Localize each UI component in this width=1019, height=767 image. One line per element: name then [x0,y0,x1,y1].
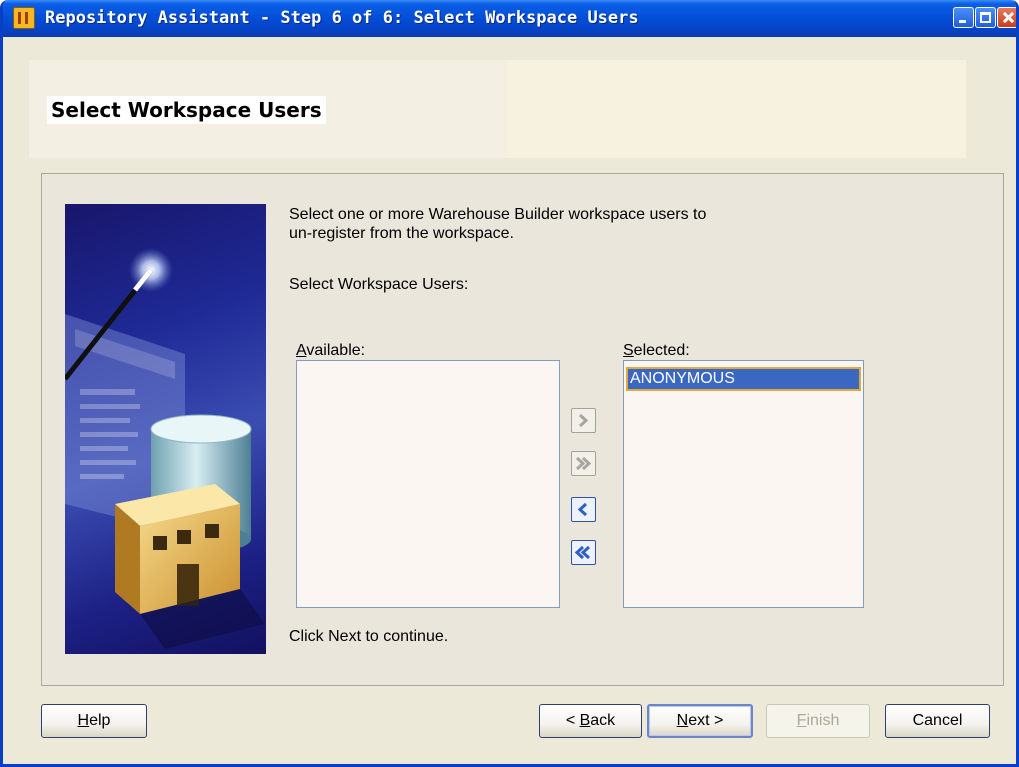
selected-users-list[interactable]: ANONYMOUS [623,360,864,608]
next-button[interactable]: Next > [647,704,753,738]
help-button[interactable]: Help [41,704,147,738]
instructions-line-2: un-register from the workspace. [289,225,514,242]
list-item[interactable]: ANONYMOUS [626,367,861,391]
cancel-button[interactable]: Cancel [885,704,990,738]
finish-button[interactable]: Finish [766,704,870,738]
available-users-list[interactable] [296,360,560,608]
chevron-left-icon [577,502,588,517]
instructions-text: Select one or more Warehouse Builder wor… [289,205,849,243]
move-right-button[interactable] [571,408,596,433]
page-title: Select Workspace Users [47,96,326,124]
back-button[interactable]: < Back [539,704,642,738]
double-chevron-right-icon [575,456,592,471]
select-users-label: Select Workspace Users: [289,276,469,293]
move-all-right-button[interactable] [571,451,596,476]
selected-label: Selected: [623,342,690,359]
app-icon [13,7,35,29]
minimize-icon[interactable] [953,7,974,28]
move-all-left-button[interactable] [571,540,596,565]
wizard-illustration [65,204,266,654]
title-bar[interactable]: Repository Assistant - Step 6 of 6: Sele… [3,0,1016,37]
continue-hint: Click Next to continue. [289,628,449,645]
move-left-button[interactable] [571,497,596,522]
double-chevron-left-icon [574,545,591,560]
available-label: Available: [296,342,366,359]
window-title: Repository Assistant - Step 6 of 6: Sele… [45,8,639,28]
maximize-icon[interactable] [975,7,996,28]
wizard-image-icon [65,248,265,649]
repository-assistant-window: Repository Assistant - Step 6 of 6: Sele… [0,0,1019,767]
close-icon[interactable] [997,7,1016,28]
chevron-right-icon [578,413,589,428]
instructions-line-1: Select one or more Warehouse Builder wor… [289,206,707,223]
